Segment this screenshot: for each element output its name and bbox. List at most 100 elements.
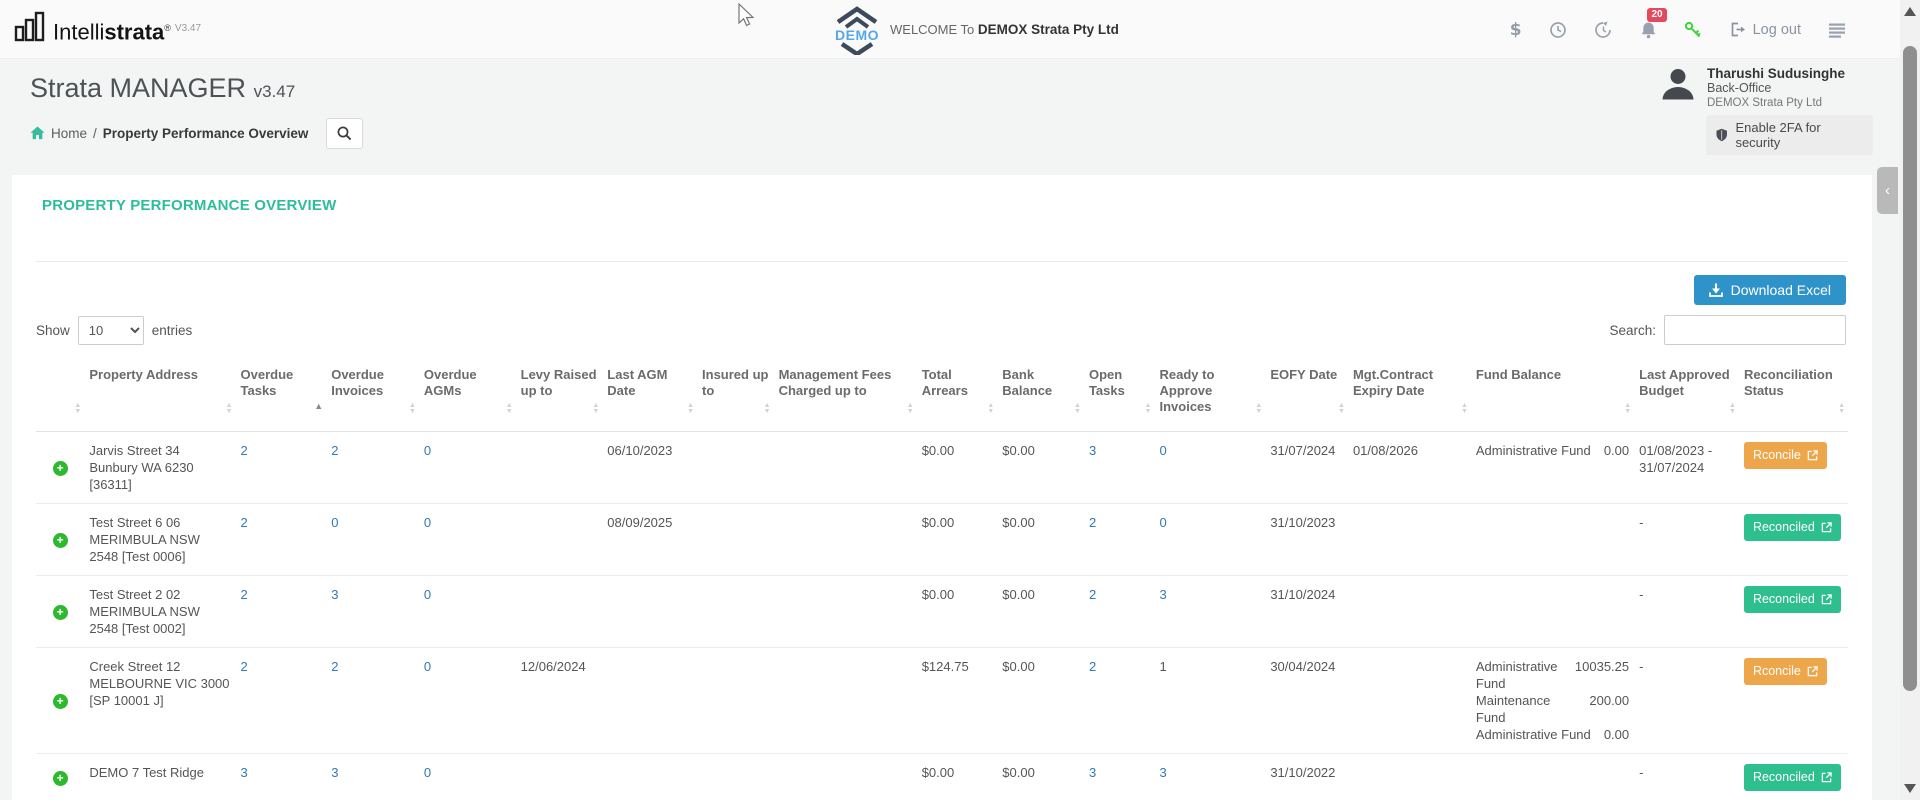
column-header-mgmt_fees[interactable]: Management Fees Charged up to ▲ ▼ bbox=[773, 361, 917, 432]
notifications-bell-icon[interactable]: 20 bbox=[1640, 7, 1667, 39]
collapse-panel-tab[interactable]: ‹ bbox=[1877, 167, 1898, 214]
clock-icon[interactable] bbox=[1549, 21, 1567, 39]
global-search-button[interactable] bbox=[326, 117, 364, 149]
cell-insured bbox=[697, 503, 774, 576]
column-header-levy_raised[interactable]: Levy Raised up to ▲ ▼ bbox=[515, 361, 603, 432]
column-header-total_arrears[interactable]: Total Arrears ▲ ▼ bbox=[916, 361, 998, 432]
chevron-left-icon: ‹ bbox=[1885, 182, 1890, 199]
column-label: Total Arrears bbox=[921, 367, 968, 398]
column-header-last_budget[interactable]: Last Approved Budget ▲ ▼ bbox=[1634, 361, 1739, 432]
avatar[interactable] bbox=[1658, 64, 1698, 104]
cell-mgt_expiry bbox=[1347, 575, 1471, 648]
app-logo[interactable]: Intellistrata® V3.47 bbox=[14, 10, 201, 50]
overdue-agms-link[interactable]: 0 bbox=[424, 443, 431, 458]
entries-label: entries bbox=[151, 322, 193, 338]
menu-icon[interactable] bbox=[1828, 22, 1846, 38]
reconcile-status-button[interactable]: Reconciled bbox=[1743, 764, 1841, 791]
open-tasks-link[interactable]: 2 bbox=[1089, 515, 1096, 530]
overdue-agms-link[interactable]: 0 bbox=[424, 765, 431, 780]
column-header-address[interactable]: Property Address ▲ ▼ bbox=[84, 361, 236, 432]
column-header-status[interactable]: Reconciliation Status ▲ ▼ bbox=[1738, 361, 1848, 432]
expand-row-icon[interactable]: + bbox=[52, 461, 68, 476]
column-header-overdue_tasks[interactable]: Overdue Tasks ▲ bbox=[235, 361, 327, 432]
overdue-invoices-link[interactable]: 2 bbox=[331, 443, 338, 458]
column-header-ready[interactable]: Ready to Approve Invoices ▲ ▼ bbox=[1154, 361, 1266, 432]
open-tasks-link[interactable]: 2 bbox=[1089, 659, 1096, 674]
welcome-company: DEMOX Strata Pty Ltd bbox=[977, 22, 1119, 37]
cell-ready: 1 bbox=[1154, 647, 1266, 754]
column-header-mgt_expiry[interactable]: Mgt.Contract Expiry Date ▲ ▼ bbox=[1347, 361, 1471, 432]
ready-link[interactable]: 0 bbox=[1159, 515, 1166, 530]
key-icon[interactable] bbox=[1684, 21, 1702, 39]
overdue-tasks-link[interactable]: 2 bbox=[241, 443, 248, 458]
page-title-version: v3.47 bbox=[253, 82, 296, 101]
overdue-tasks-link[interactable]: 2 bbox=[241, 659, 248, 674]
billing-dollar-icon[interactable]: $ bbox=[1510, 20, 1522, 40]
column-header-funds[interactable]: Fund Balance ▲ ▼ bbox=[1470, 361, 1635, 432]
overdue-agms-link[interactable]: 0 bbox=[424, 659, 431, 674]
overdue-agms-link[interactable]: 0 bbox=[424, 515, 431, 530]
overdue-invoices-link[interactable]: 3 bbox=[331, 765, 338, 780]
scrollbar-thumb[interactable] bbox=[1903, 46, 1917, 691]
overdue-tasks-link[interactable]: 2 bbox=[241, 587, 248, 602]
reconcile-status-button[interactable]: Rconcile bbox=[1743, 658, 1827, 685]
expand-row-icon[interactable]: + bbox=[52, 771, 68, 786]
open-tasks-link[interactable]: 3 bbox=[1089, 443, 1096, 458]
vertical-scrollbar[interactable] bbox=[1900, 0, 1920, 800]
fund-name: Administrative Fund bbox=[1475, 727, 1591, 742]
history-icon[interactable] bbox=[1594, 21, 1613, 39]
column-header-expand[interactable]: ▲ ▼ bbox=[36, 361, 85, 432]
column-header-last_agm[interactable]: Last AGM Date ▲ ▼ bbox=[602, 361, 698, 432]
reconcile-status-button[interactable]: Reconciled bbox=[1743, 586, 1841, 613]
scrollbar-down-arrow[interactable] bbox=[1904, 784, 1916, 793]
column-header-bank_balance[interactable]: Bank Balance ▲ ▼ bbox=[997, 361, 1084, 432]
cell-eofy: 30/04/2024 bbox=[1265, 647, 1348, 754]
expand-row-icon[interactable]: + bbox=[52, 605, 68, 620]
reconcile-status-button[interactable]: Rconcile bbox=[1743, 442, 1827, 469]
cell-bank_balance: $0.00 bbox=[997, 575, 1084, 648]
open-tasks-link[interactable]: 3 bbox=[1089, 765, 1096, 780]
cell-eofy: 31/10/2023 bbox=[1265, 503, 1348, 576]
enable-2fa-button[interactable]: Enable 2FA for security bbox=[1706, 115, 1873, 155]
brand-version: V3.47 bbox=[174, 23, 202, 34]
download-excel-button[interactable]: Download Excel bbox=[1693, 275, 1846, 305]
open-tasks-link[interactable]: 2 bbox=[1089, 587, 1096, 602]
overdue-invoices-link[interactable]: 2 bbox=[331, 659, 338, 674]
table-search-input[interactable] bbox=[1664, 315, 1846, 345]
overdue-agms-link[interactable]: 0 bbox=[424, 587, 431, 602]
breadcrumb-home[interactable]: Home bbox=[51, 126, 87, 141]
column-header-eofy[interactable]: EOFY Date ▲ ▼ bbox=[1265, 361, 1348, 432]
scrollbar-up-arrow[interactable] bbox=[1904, 7, 1916, 16]
cell-eofy: 31/10/2022 bbox=[1265, 753, 1348, 800]
overdue-invoices-link[interactable]: 0 bbox=[331, 515, 338, 530]
cell-mgmt_fees bbox=[773, 503, 917, 576]
overdue-tasks-link[interactable]: 2 bbox=[241, 515, 248, 530]
overdue-tasks-link[interactable]: 3 bbox=[241, 765, 248, 780]
cell-overdue_tasks: 2 bbox=[235, 647, 327, 754]
cell-open_tasks: 2 bbox=[1083, 647, 1155, 754]
table-header-row: ▲ ▼ Property Address ▲ ▼ Overdue Tasks ▲ Over… bbox=[36, 361, 1848, 432]
cell-overdue_invoices: 2 bbox=[326, 647, 419, 754]
expand-row-icon[interactable]: + bbox=[52, 694, 68, 709]
page-size-select[interactable]: 10 bbox=[77, 315, 144, 345]
sort-carets-icon: ▲ ▼ bbox=[987, 402, 995, 415]
cell-expand: + bbox=[36, 503, 85, 576]
column-header-open_tasks[interactable]: Open Tasks ▲ ▼ bbox=[1083, 361, 1155, 432]
ready-link[interactable]: 3 bbox=[1159, 587, 1166, 602]
cell-total_arrears: $0.00 bbox=[921, 443, 955, 458]
home-icon[interactable] bbox=[30, 126, 45, 140]
logout-button[interactable]: Log out bbox=[1729, 21, 1801, 38]
expand-row-icon[interactable]: + bbox=[52, 533, 68, 548]
ready-link[interactable]: 0 bbox=[1159, 443, 1166, 458]
column-header-overdue_agms[interactable]: Overdue AGMs ▲ ▼ bbox=[418, 361, 516, 432]
sort-carets-icon: ▲ ▼ bbox=[763, 402, 771, 415]
cell-expand: + bbox=[36, 753, 85, 800]
column-header-overdue_invoices[interactable]: Overdue Invoices ▲ ▼ bbox=[326, 361, 419, 432]
sort-carets-icon: ▲ ▼ bbox=[1624, 402, 1632, 415]
column-header-insured[interactable]: Insured up to ▲ ▼ bbox=[697, 361, 774, 432]
ready-link[interactable]: 3 bbox=[1159, 765, 1166, 780]
cell-levy_raised bbox=[515, 753, 603, 800]
reconcile-status-button[interactable]: Reconciled bbox=[1743, 514, 1841, 541]
sort-carets-icon: ▲ ▼ bbox=[687, 402, 695, 415]
overdue-invoices-link[interactable]: 3 bbox=[331, 587, 338, 602]
